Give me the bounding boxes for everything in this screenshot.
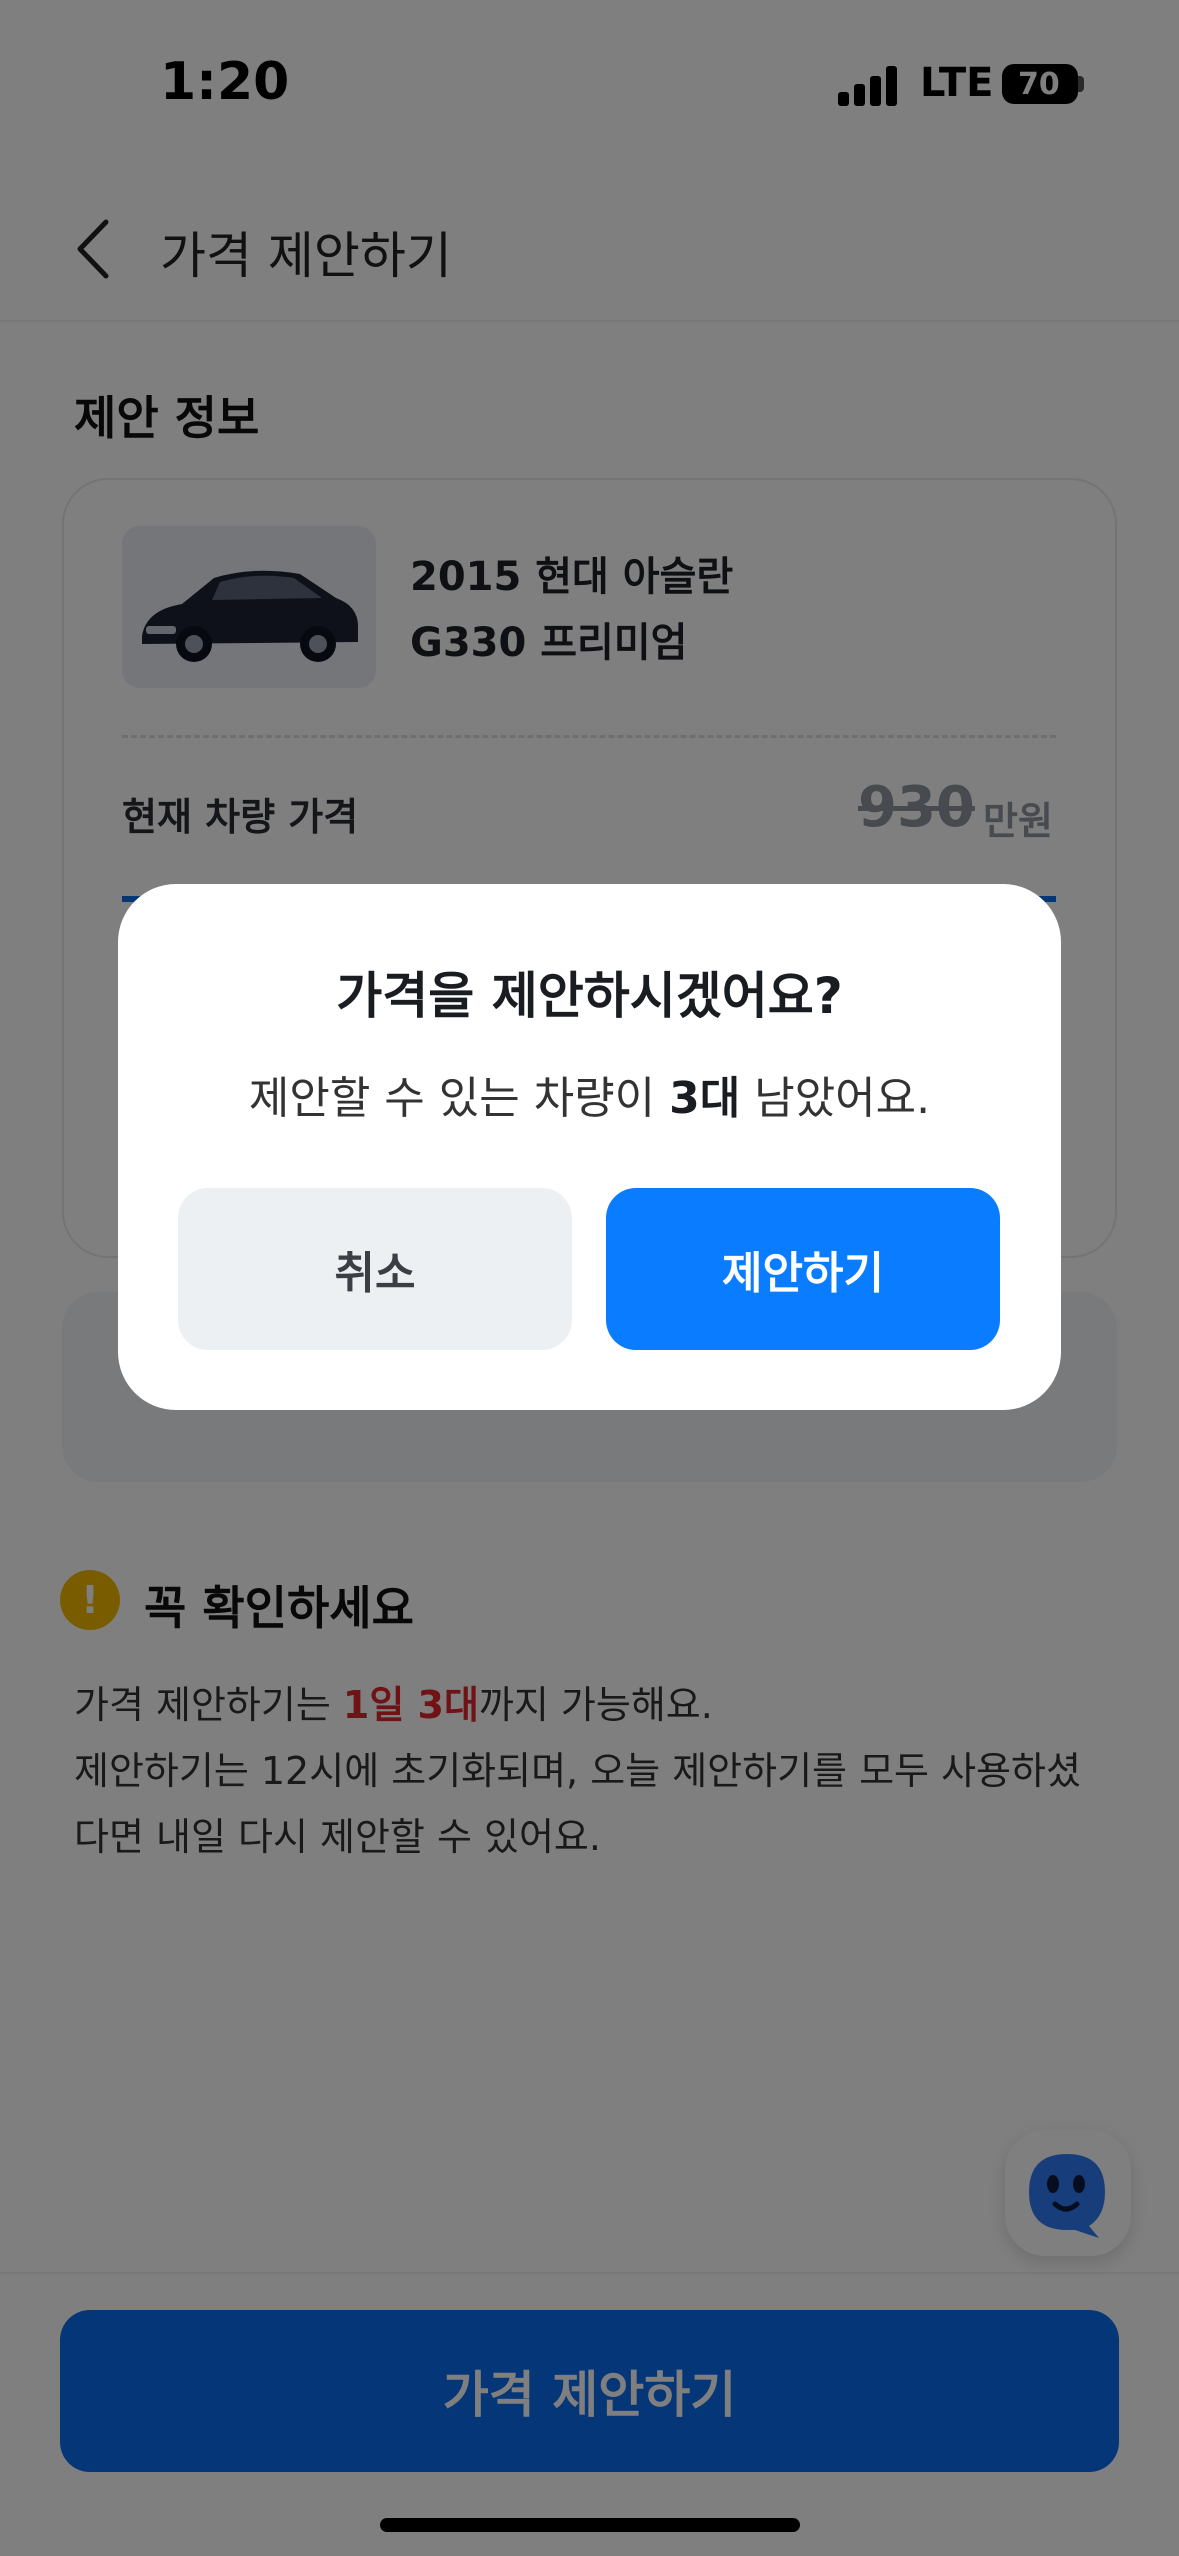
dialog-message-text: 제안할 수 있는 차량이	[248, 1073, 670, 1124]
dialog-remaining-count: 3대	[669, 1073, 741, 1124]
dialog-message-suffix: 남았어요.	[740, 1073, 931, 1124]
dialog-title: 가격을 제안하시겠어요?	[336, 967, 843, 1025]
confirm-button[interactable]: 제안하기	[606, 1188, 1000, 1350]
confirm-dialog: 가격을 제안하시겠어요? 제안할 수 있는 차량이 3대 남았어요. 취소 제안…	[118, 884, 1061, 1410]
cancel-button[interactable]: 취소	[178, 1188, 572, 1350]
dialog-message: 제안할 수 있는 차량이 3대 남았어요.	[118, 1062, 1061, 1126]
